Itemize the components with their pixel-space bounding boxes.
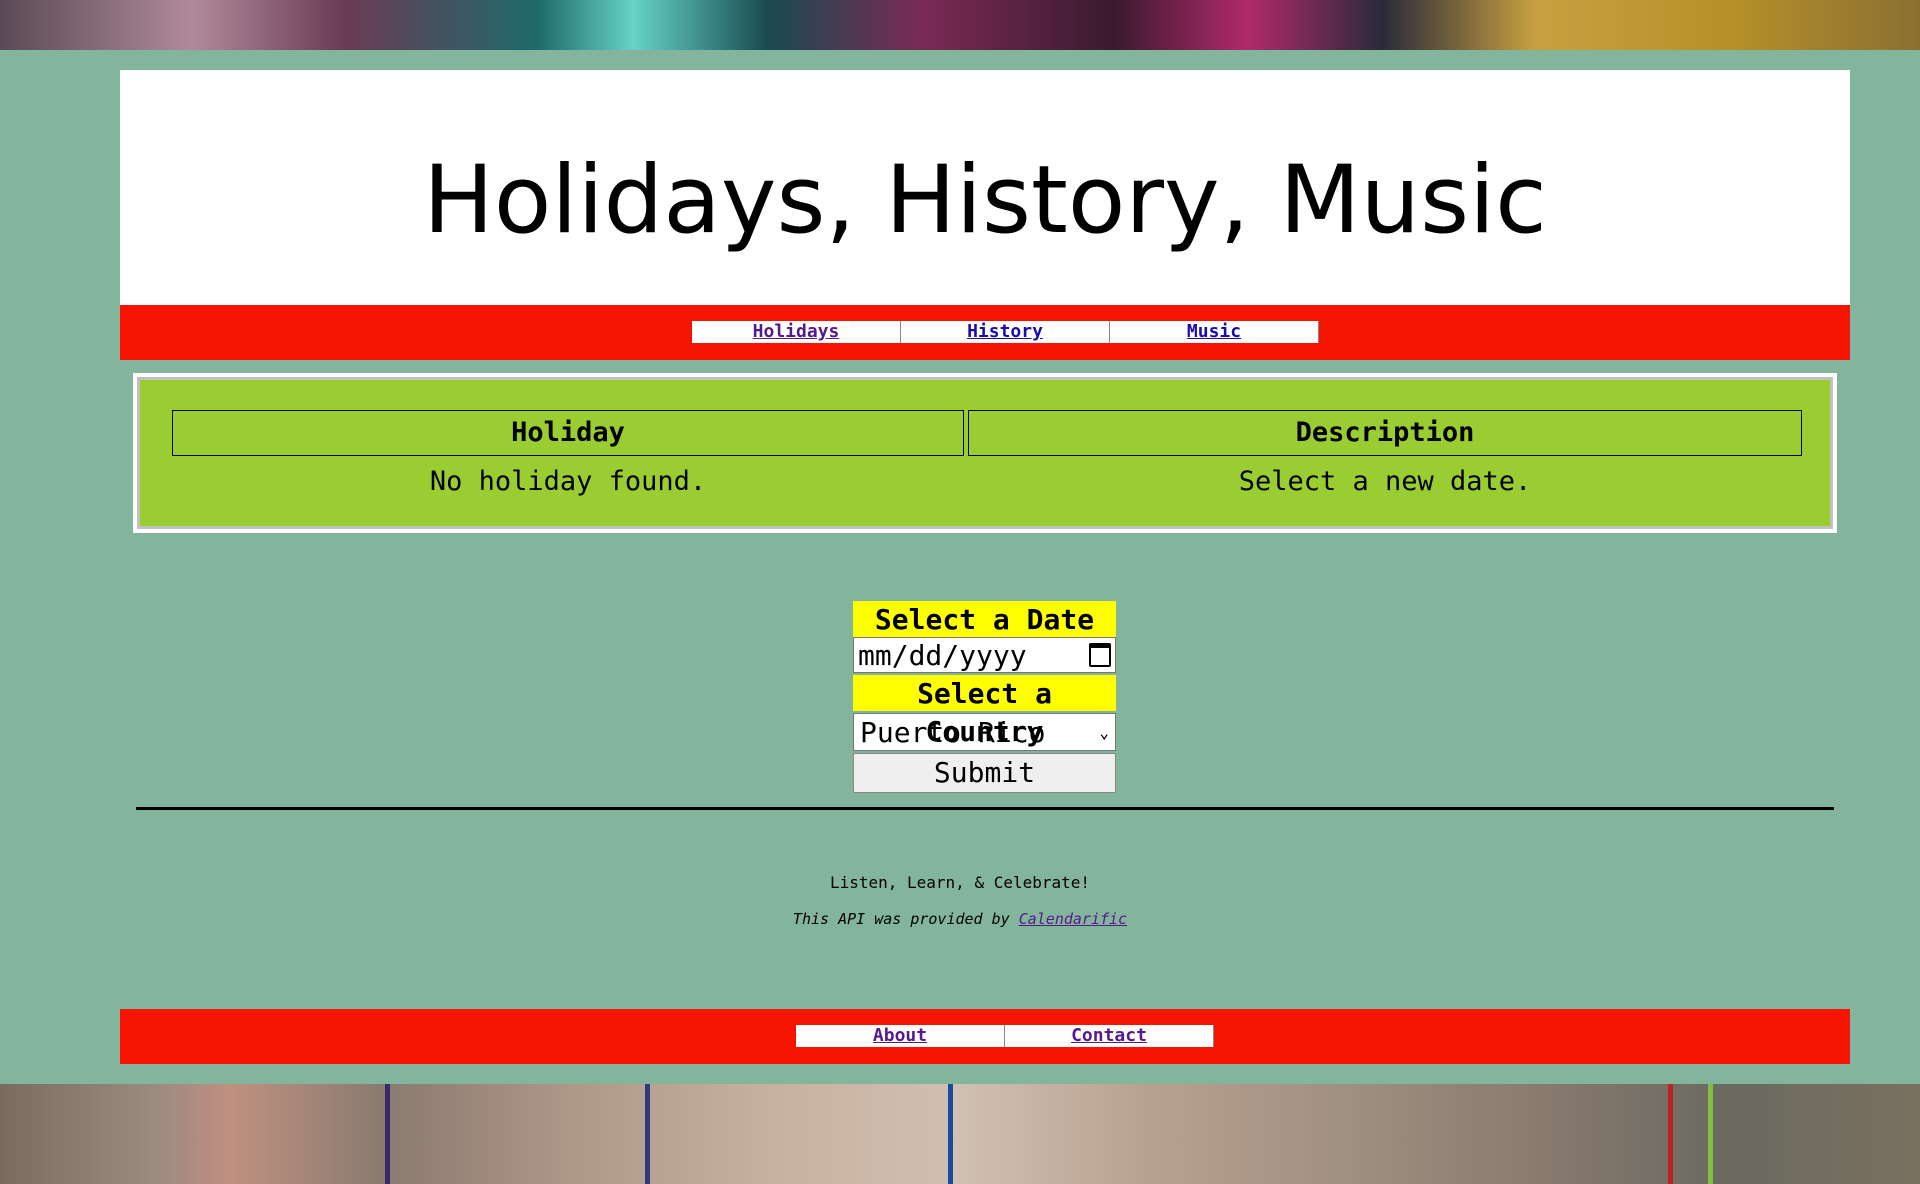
country-label: Select a Country [853, 675, 1116, 748]
nav-link-history[interactable]: History [901, 321, 1110, 343]
calendar-icon[interactable] [1089, 643, 1111, 667]
background-string [1668, 1084, 1673, 1184]
chevron-down-icon: ⌄ [1099, 722, 1109, 742]
top-nav: Holidays History Music [120, 305, 1850, 360]
date-country-form: Select a Date mm/dd/yyyy Select a Countr… [853, 601, 1116, 793]
holiday-table: Holiday Description No holiday found. Se… [133, 373, 1837, 533]
table-header-description: Description [968, 410, 1802, 456]
background-string [645, 1084, 650, 1184]
background-string [385, 1084, 390, 1184]
top-nav-links: Holidays History Music [692, 321, 1319, 343]
table-header-holiday: Holiday [172, 410, 964, 456]
footer-tagline: Listen, Learn, & Celebrate! [829, 873, 1091, 892]
nav-link-contact[interactable]: Contact [1005, 1025, 1214, 1047]
background-photo-top [0, 0, 1920, 50]
footer-api-credit: This API was provided by Calendarific [0, 910, 1920, 928]
divider [136, 807, 1834, 810]
nav-link-music[interactable]: Music [1110, 321, 1319, 343]
nav-link-holidays[interactable]: Holidays [692, 321, 901, 343]
background-string [1708, 1084, 1713, 1184]
date-input[interactable]: mm/dd/yyyy [853, 637, 1116, 673]
country-select[interactable]: Puerto Rico ⌄ [853, 713, 1116, 751]
calendarific-link[interactable]: Calendarific [1019, 910, 1127, 928]
nav-link-about[interactable]: About [796, 1025, 1005, 1047]
table-cell-holiday: No holiday found. [429, 466, 707, 497]
background-string [948, 1084, 953, 1184]
date-input-placeholder: mm/dd/yyyy [858, 638, 1027, 672]
page-title: Holidays, History, Music [423, 146, 1547, 255]
date-label: Select a Date [853, 601, 1116, 637]
submit-button[interactable]: Submit [853, 753, 1116, 793]
site-header: Holidays, History, Music [120, 70, 1850, 305]
country-select-value: Puerto Rico [860, 715, 1046, 749]
page-container: Holidays, History, Music Holidays Histor… [0, 50, 1920, 1084]
api-credit-text: This API was provided by [792, 910, 1010, 928]
background-photo-bottom [0, 1084, 1920, 1184]
bottom-nav-links: About Contact [796, 1025, 1214, 1047]
table-cell-description: Select a new date. [1238, 466, 1532, 497]
bottom-nav: About Contact [120, 1009, 1850, 1064]
